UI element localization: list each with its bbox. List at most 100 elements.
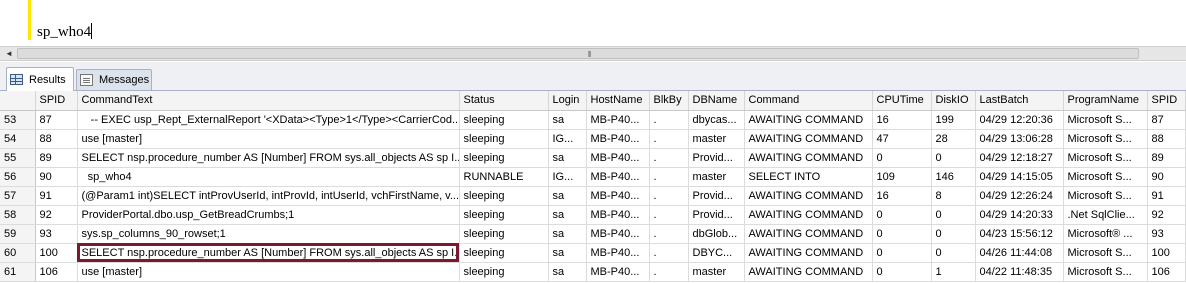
table-cell[interactable]: 0 [872,148,932,168]
table-cell[interactable]: Microsoft S... [1063,262,1148,282]
table-row[interactable]: 55 89 SELECT nsp.procedure_number AS [Numb… [0,148,1186,168]
table-cell[interactable]: .Net SqlClie... [1063,205,1148,225]
table-cell[interactable]: Microsoft S... [1063,243,1148,263]
table-cell[interactable]: 89 [1147,148,1186,168]
table-cell[interactable]: 0 [872,224,932,244]
column-header[interactable]: BlkBy [649,91,689,111]
table-cell[interactable]: 100 [1147,243,1186,263]
table-cell[interactable]: 47 [872,129,932,149]
table-row[interactable]: 61 106 use [master] sleeping sa MB-P40.... mas… [0,262,1186,282]
table-cell[interactable]: Microsoft S... [1063,148,1148,168]
table-cell[interactable]: 04/26 11:44:08 [975,243,1064,263]
table-cell[interactable]: . [649,243,689,263]
table-cell[interactable]: sleeping [459,129,549,149]
row-number[interactable]: 53 [0,110,36,130]
table-cell[interactable]: MB-P40... [586,129,650,149]
table-cell[interactable]: 106 [35,262,78,282]
table-cell[interactable]: AWAITING COMMAND [744,243,873,263]
table-cell[interactable]: . [649,262,689,282]
table-cell[interactable]: 0 [872,205,932,225]
table-cell[interactable]: . [649,186,689,206]
table-cell[interactable]: sleeping [459,205,549,225]
column-header[interactable]: Login [548,91,587,111]
table-cell[interactable]: SELECT nsp.procedure_number AS [Number] … [77,148,460,168]
table-cell[interactable]: 8 [931,186,976,206]
table-cell[interactable]: (@Param1 int)SELECT intProvUserId, intPr… [77,186,460,206]
row-number-header[interactable] [0,91,36,111]
table-cell[interactable]: AWAITING COMMAND [744,129,873,149]
table-row[interactable]: 57 91 (@Param1 int)SELECT intProvUserId, i… [0,186,1186,206]
row-number[interactable]: 57 [0,186,36,206]
table-cell[interactable]: 90 [1147,167,1186,187]
table-cell[interactable]: 0 [931,243,976,263]
table-cell[interactable]: 0 [931,205,976,225]
column-header[interactable]: LastBatch [975,91,1064,111]
table-cell[interactable]: 16 [872,110,932,130]
table-cell[interactable]: . [649,148,689,168]
column-header[interactable]: ProgramName [1063,91,1148,111]
column-header[interactable]: DiskIO [931,91,976,111]
table-cell[interactable]: sleeping [459,186,549,206]
table-cell[interactable]: 28 [931,129,976,149]
table-cell[interactable]: 109 [872,167,932,187]
table-cell[interactable]: 90 [35,167,78,187]
table-cell[interactable]: 1 [931,262,976,282]
table-cell[interactable]: Microsoft S... [1063,167,1148,187]
table-cell[interactable]: Provid... [688,205,745,225]
tab-results[interactable]: Results [6,67,74,91]
table-cell[interactable]: MB-P40... [586,243,650,263]
table-cell[interactable]: 04/22 11:48:35 [975,262,1064,282]
table-cell[interactable]: IG... [548,167,587,187]
table-cell[interactable]: MB-P40... [586,205,650,225]
table-cell[interactable]: AWAITING COMMAND [744,262,873,282]
table-cell[interactable]: . [649,110,689,130]
tab-messages[interactable]: Messages [76,69,152,90]
table-cell[interactable]: Provid... [688,186,745,206]
column-header[interactable]: CommandText [77,91,460,111]
table-cell[interactable]: sleeping [459,110,549,130]
row-number[interactable]: 54 [0,129,36,149]
table-cell[interactable]: sa [548,205,587,225]
table-cell[interactable]: 89 [35,148,78,168]
table-cell[interactable]: 04/29 14:20:33 [975,205,1064,225]
table-cell[interactable]: 100 [35,243,78,263]
column-header[interactable]: Status [459,91,549,111]
table-cell[interactable]: . [649,205,689,225]
table-cell[interactable]: master [688,129,745,149]
scrollbar-thumb[interactable]: ⦀ [17,48,1139,59]
table-cell[interactable]: SELECT nsp.procedure_number AS [Number] … [77,243,460,263]
table-cell[interactable]: AWAITING COMMAND [744,205,873,225]
table-cell[interactable]: 88 [1147,129,1186,149]
table-cell[interactable]: MB-P40... [586,110,650,130]
column-header[interactable]: HostName [586,91,650,111]
table-cell[interactable]: AWAITING COMMAND [744,110,873,130]
table-cell[interactable]: 91 [35,186,78,206]
table-cell[interactable]: AWAITING COMMAND [744,224,873,244]
table-cell[interactable]: MB-P40... [586,167,650,187]
table-cell[interactable]: Provid... [688,148,745,168]
table-cell[interactable]: 93 [1147,224,1186,244]
row-number[interactable]: 58 [0,205,36,225]
table-row[interactable]: 54 88 use [master] sleeping IG... MB-P40.... m… [0,129,1186,149]
table-cell[interactable]: 04/29 12:20:36 [975,110,1064,130]
table-cell[interactable]: 0 [872,262,932,282]
query-text-line[interactable]: sp_who4 [37,23,93,41]
table-cell[interactable]: sa [548,243,587,263]
table-cell[interactable]: AWAITING COMMAND [744,186,873,206]
table-cell[interactable]: 106 [1147,262,1186,282]
row-number[interactable]: 60 [0,243,36,263]
table-cell[interactable]: 199 [931,110,976,130]
table-cell[interactable]: sa [548,148,587,168]
table-cell[interactable]: MB-P40... [586,262,650,282]
horizontal-scrollbar[interactable]: ◄ ⦀ [0,46,1186,61]
table-cell[interactable]: RUNNABLE [459,167,549,187]
table-row[interactable]: 58 92 ProviderPortal.dbo.usp_GetBreadCrumb… [0,205,1186,225]
table-cell[interactable]: master [688,262,745,282]
table-cell[interactable]: sleeping [459,262,549,282]
table-cell[interactable]: 04/29 13:06:28 [975,129,1064,149]
table-cell[interactable]: 91 [1147,186,1186,206]
column-header[interactable]: DBName [688,91,745,111]
table-row[interactable]: 59 93 sys.sp_columns_90_rowset;1 sleeping sa… [0,224,1186,244]
table-cell[interactable]: -- EXEC usp_Rept_ExternalReport '<XData>… [77,110,460,130]
table-cell[interactable]: MB-P40... [586,186,650,206]
